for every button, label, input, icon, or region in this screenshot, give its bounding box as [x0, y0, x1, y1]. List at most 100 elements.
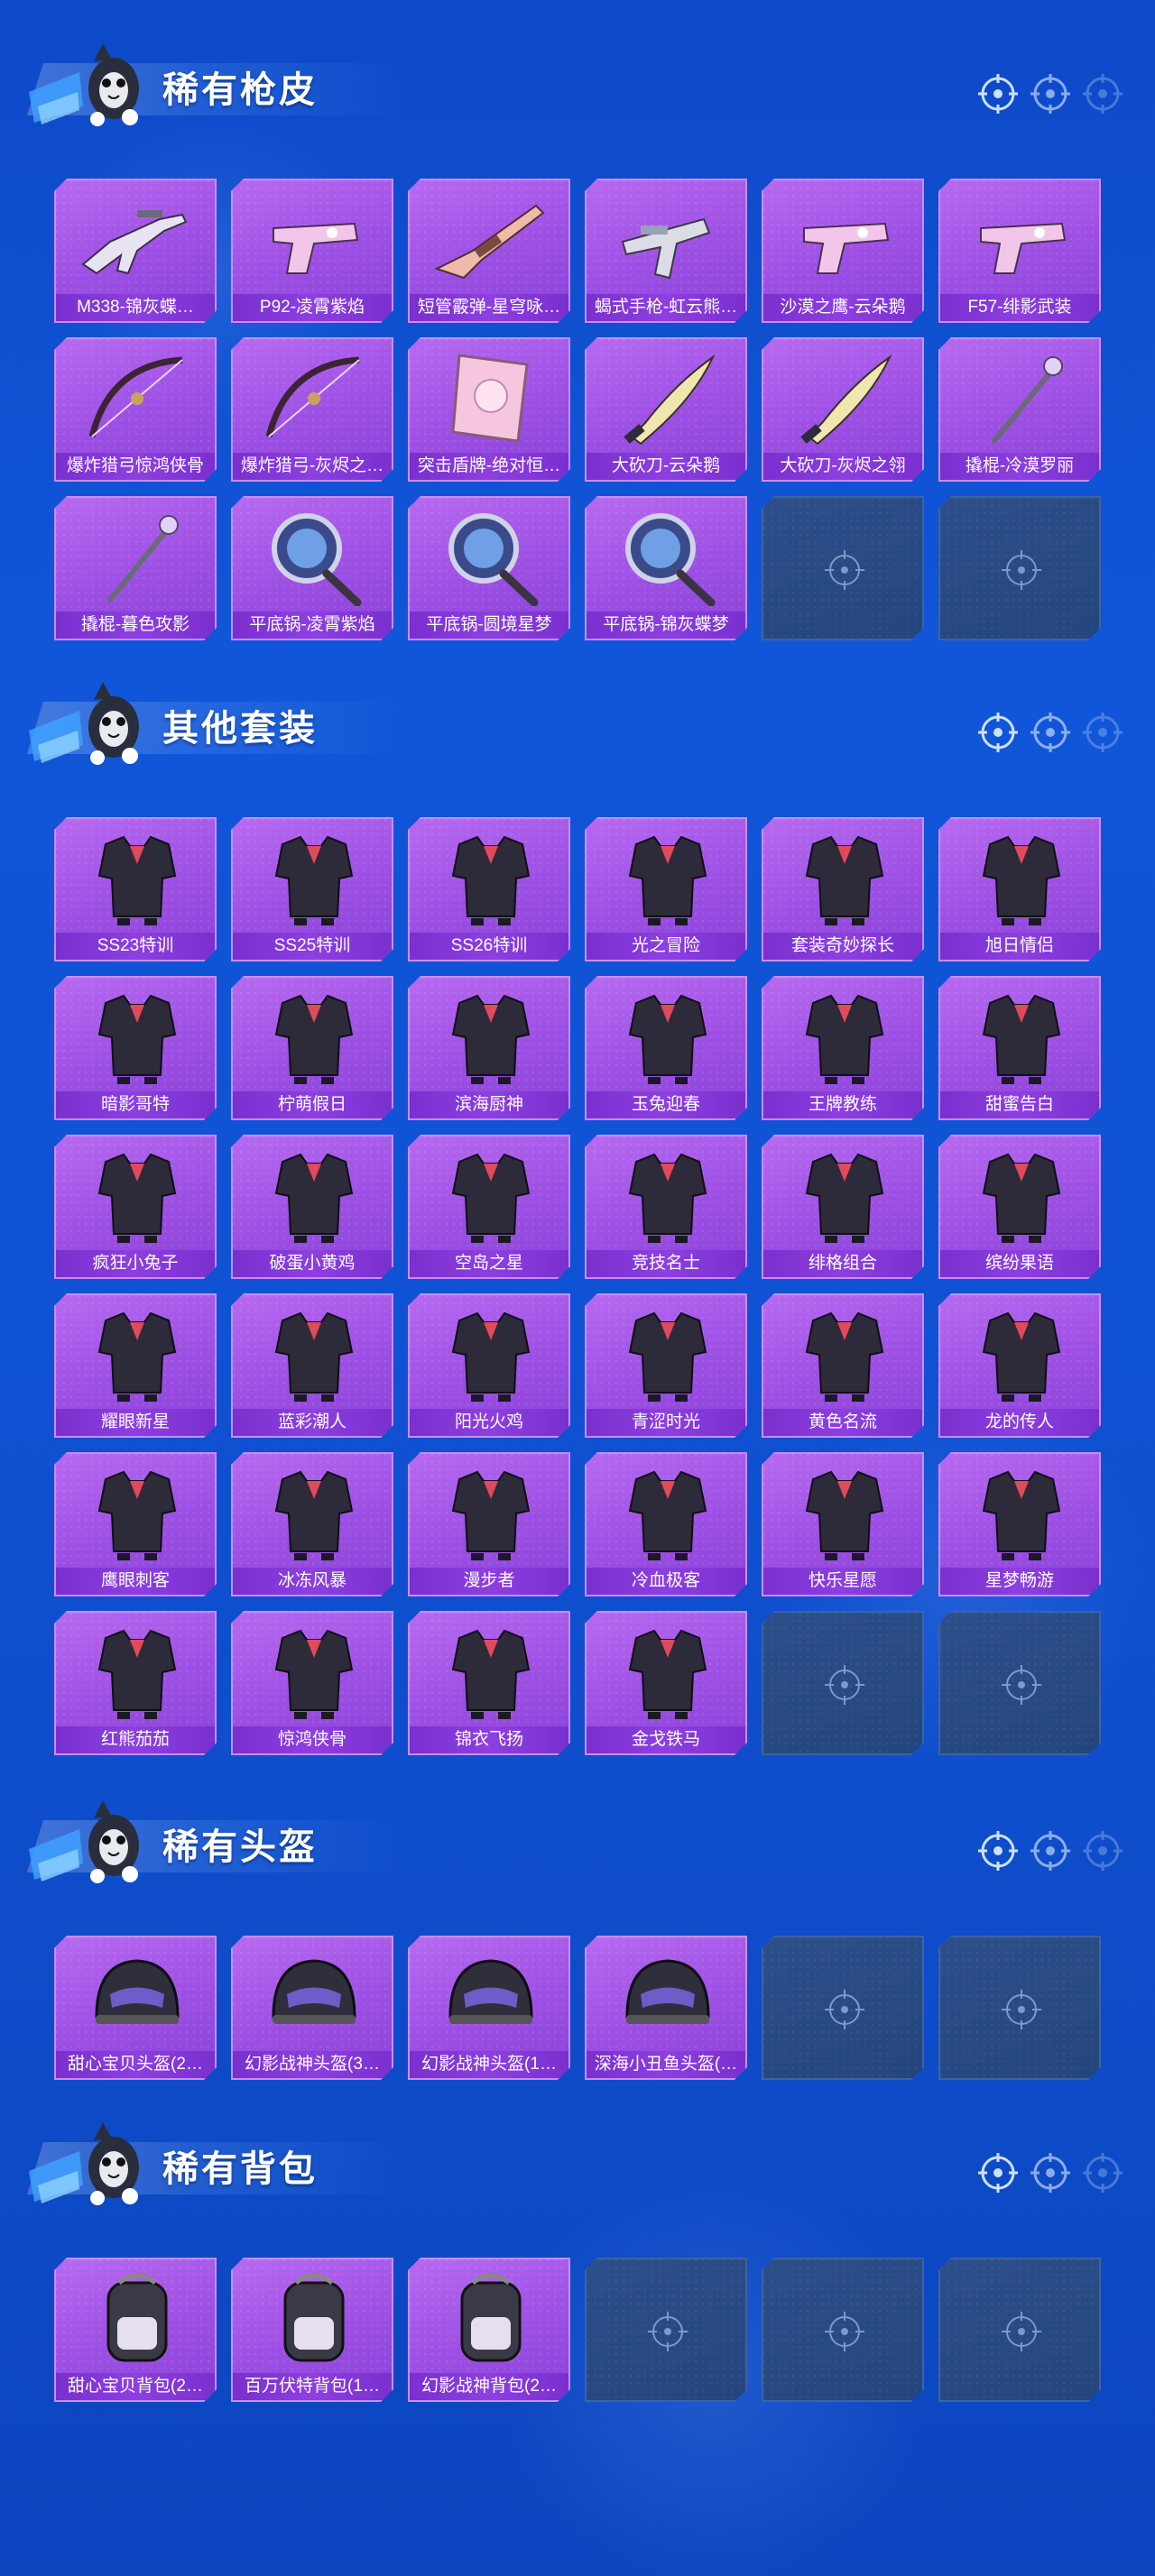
item-label: 阳光火鸡	[410, 1409, 568, 1436]
item-card[interactable]: 锦衣飞扬	[408, 1611, 570, 1755]
item-card[interactable]: 套装奇妙探长	[762, 817, 924, 961]
item-card[interactable]: 大砍刀-灰烬之翎	[762, 337, 924, 482]
item-card[interactable]: 冷血极客	[585, 1452, 747, 1596]
outfit-icon	[958, 985, 1085, 1086]
section-title: 稀有枪皮	[162, 70, 318, 110]
item-card[interactable]: 大砍刀-云朵鹅	[585, 337, 747, 482]
item-card[interactable]: 滨海厨神	[408, 976, 570, 1120]
item-card[interactable]: 金戈铁马	[585, 1611, 747, 1755]
item-card[interactable]: 撬棍-冷漠罗丽	[938, 337, 1101, 482]
item-card[interactable]: 平底锅-锦灰蝶梦	[585, 496, 747, 640]
machete-icon	[605, 346, 731, 447]
empty-slot	[938, 496, 1101, 640]
outfit-icon	[605, 826, 731, 927]
empty-slot	[762, 496, 924, 640]
item-card[interactable]: 红熊茄茄	[54, 1611, 217, 1755]
outfit-icon	[781, 985, 908, 1086]
empty-slot	[938, 1611, 1101, 1755]
empty-slot	[762, 1936, 924, 2080]
item-card[interactable]: 柠萌假日	[231, 976, 393, 1120]
item-card[interactable]: 平底锅-圆境星梦	[408, 496, 570, 640]
item-card[interactable]: 甜心宝贝背包(2…	[54, 2258, 217, 2402]
item-card[interactable]: 阳光火鸡	[408, 1293, 570, 1438]
item-label: 爆炸猎弓-灰烬之…	[233, 453, 392, 480]
item-label: 百万伏特背包(1…	[233, 2373, 392, 2400]
section-header: 稀有枪皮	[0, 36, 1155, 135]
item-label: SS25特训	[233, 933, 392, 960]
item-card[interactable]: 深海小丑鱼头盔(…	[585, 1936, 747, 2080]
item-card[interactable]: F57-绯影武装	[938, 179, 1101, 323]
item-card[interactable]: 幻影战神头盔(3…	[231, 1936, 393, 2080]
item-card[interactable]: 甜蜜告白	[938, 976, 1101, 1120]
item-card[interactable]: 竞技名士	[585, 1135, 747, 1279]
item-card[interactable]: 旭日情侣	[938, 817, 1101, 961]
item-card[interactable]: SS23特训	[54, 817, 217, 961]
pistol-icon	[251, 188, 377, 289]
empty-slot	[762, 1611, 924, 1755]
item-label: 幻影战神头盔(3…	[233, 2051, 392, 2078]
item-label: 红熊茄茄	[56, 1726, 215, 1753]
item-card[interactable]: 突击盾牌-绝对恒…	[408, 337, 570, 482]
item-label: 甜心宝贝背包(2…	[56, 2373, 215, 2400]
item-label: SS26特训	[410, 933, 568, 960]
item-card[interactable]: 缤纷果语	[938, 1135, 1101, 1279]
item-card[interactable]: 冰冻风暴	[231, 1452, 393, 1596]
item-card[interactable]: 爆炸猎弓惊鸿侠骨	[54, 337, 217, 482]
item-card[interactable]: 王牌教练	[762, 976, 924, 1120]
item-card[interactable]: 光之冒险	[585, 817, 747, 961]
item-card[interactable]: 漫步者	[408, 1452, 570, 1596]
item-card[interactable]: M338-锦灰蝶…	[54, 179, 217, 323]
item-label: 竞技名士	[587, 1250, 745, 1277]
crosshair-icon	[823, 1663, 866, 1707]
item-card[interactable]: 惊鸿侠骨	[231, 1611, 393, 1755]
item-card[interactable]: 空岛之星	[408, 1135, 570, 1279]
item-card[interactable]: 蝎式手枪-虹云熊…	[585, 179, 747, 323]
pan-icon	[428, 505, 554, 606]
item-card[interactable]: 破蛋小黄鸡	[231, 1135, 393, 1279]
item-card[interactable]: 蓝彩潮人	[231, 1293, 393, 1438]
outfit-icon	[428, 1620, 554, 1721]
item-card[interactable]: 爆炸猎弓-灰烬之…	[231, 337, 393, 482]
item-label: 黄色名流	[763, 1409, 922, 1436]
item-card[interactable]: 百万伏特背包(1…	[231, 2258, 393, 2402]
item-card[interactable]: 撬棍-暮色攻影	[54, 496, 217, 640]
item-card[interactable]: 星梦畅游	[938, 1452, 1101, 1596]
backpack-icon	[74, 2267, 200, 2368]
item-card[interactable]: 幻影战神背包(2…	[408, 2258, 570, 2402]
item-card[interactable]: SS26特训	[408, 817, 570, 961]
item-label: 惊鸿侠骨	[233, 1726, 392, 1753]
outfit-icon	[74, 1144, 200, 1245]
item-card[interactable]: 绯格组合	[762, 1135, 924, 1279]
item-card[interactable]: 玉兔迎春	[585, 976, 747, 1120]
helmet-icon	[605, 1945, 731, 2046]
item-card[interactable]: 龙的传人	[938, 1293, 1101, 1438]
crosshair-decoration	[978, 74, 1132, 114]
item-card[interactable]: 鹰眼刺客	[54, 1452, 217, 1596]
item-card[interactable]: 短管霰弹-星穹咏…	[408, 179, 570, 323]
outfit-icon	[251, 1461, 377, 1562]
outfit-icon	[74, 1620, 200, 1721]
item-card[interactable]: 青涩时光	[585, 1293, 747, 1438]
item-label: 深海小丑鱼头盔(…	[587, 2051, 745, 2078]
crosshair-icon	[1030, 713, 1070, 752]
item-card[interactable]: 幻影战神头盔(1…	[408, 1936, 570, 2080]
section-header: 其他套装	[0, 675, 1155, 774]
item-label: 甜蜜告白	[940, 1091, 1099, 1118]
item-card[interactable]: 沙漠之鹰-云朵鹅	[762, 179, 924, 323]
outfit-icon	[781, 1144, 908, 1245]
item-label: 金戈铁马	[587, 1726, 745, 1753]
item-card[interactable]: SS25特训	[231, 817, 393, 961]
outfit-icon	[74, 1302, 200, 1403]
item-label: M338-锦灰蝶…	[56, 294, 215, 321]
outfit-icon	[605, 1620, 731, 1721]
item-card[interactable]: 快乐星愿	[762, 1452, 924, 1596]
item-label: 暗影哥特	[56, 1091, 215, 1118]
item-card[interactable]: 疯狂小兔子	[54, 1135, 217, 1279]
item-card[interactable]: 黄色名流	[762, 1293, 924, 1438]
item-card[interactable]: 平底锅-凌霄紫焰	[231, 496, 393, 640]
item-card[interactable]: 暗影哥特	[54, 976, 217, 1120]
item-card[interactable]: 耀眼新星	[54, 1293, 217, 1438]
item-label: 龙的传人	[940, 1409, 1099, 1436]
item-card[interactable]: P92-凌霄紫焰	[231, 179, 393, 323]
item-card[interactable]: 甜心宝贝头盔(2…	[54, 1936, 217, 2080]
